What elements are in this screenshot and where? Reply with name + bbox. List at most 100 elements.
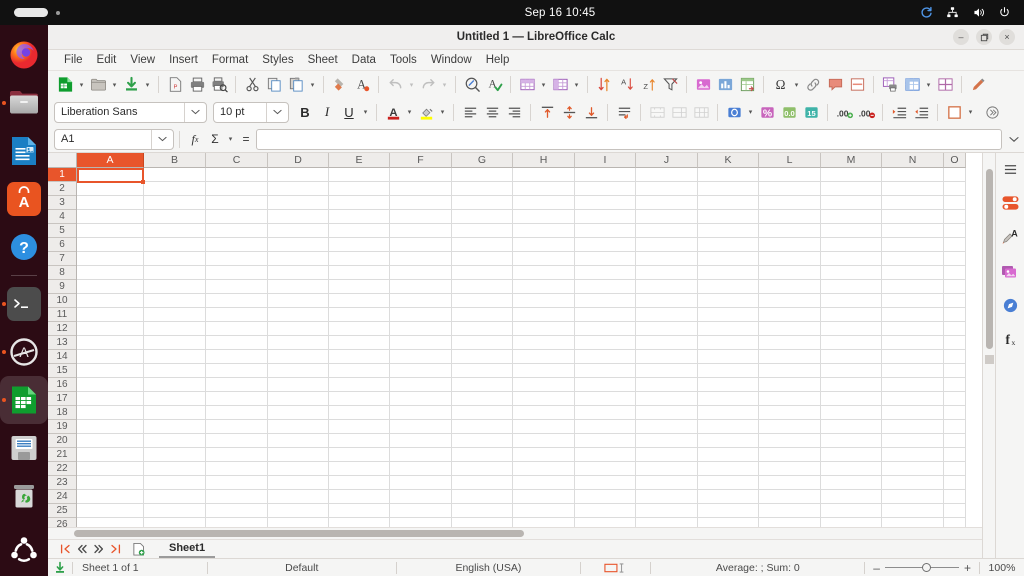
cell-C5[interactable]	[206, 224, 268, 238]
format-date-button[interactable]: 15	[800, 101, 822, 123]
cell-L22[interactable]	[759, 462, 821, 476]
row-header-2[interactable]: 2	[48, 182, 76, 196]
cell-N7[interactable]	[882, 252, 944, 266]
cell-G13[interactable]	[452, 336, 513, 350]
cell-F16[interactable]	[390, 378, 452, 392]
cell-K20[interactable]	[698, 434, 759, 448]
cell-I7[interactable]	[575, 252, 636, 266]
cell-A24[interactable]	[77, 490, 144, 504]
cell-B23[interactable]	[144, 476, 206, 490]
cell-E26[interactable]	[329, 518, 390, 527]
power-icon[interactable]	[998, 6, 1011, 19]
cell-K19[interactable]	[698, 420, 759, 434]
cell-E2[interactable]	[329, 182, 390, 196]
cell-K5[interactable]	[698, 224, 759, 238]
cell-E21[interactable]	[329, 448, 390, 462]
cell-A2[interactable]	[77, 182, 144, 196]
cell-H2[interactable]	[513, 182, 575, 196]
cell-F3[interactable]	[390, 196, 452, 210]
cell-A11[interactable]	[77, 308, 144, 322]
cell-J3[interactable]	[636, 196, 698, 210]
cell-B11[interactable]	[144, 308, 206, 322]
menu-view[interactable]: View	[123, 52, 162, 68]
dock-item-firefox[interactable]	[0, 31, 48, 79]
cell-K1[interactable]	[698, 168, 759, 182]
open-document-button[interactable]	[87, 74, 109, 96]
row-header-25[interactable]: 25	[48, 504, 76, 518]
cell-C26[interactable]	[206, 518, 268, 527]
cell-G4[interactable]	[452, 210, 513, 224]
cell-C21[interactable]	[206, 448, 268, 462]
save-document-dropdown[interactable]	[142, 74, 153, 96]
row-header-15[interactable]: 15	[48, 364, 76, 378]
cell-N5[interactable]	[882, 224, 944, 238]
cell-M18[interactable]	[821, 406, 882, 420]
column-header-O[interactable]: O	[944, 153, 966, 168]
cell-D23[interactable]	[268, 476, 329, 490]
cell-N8[interactable]	[882, 266, 944, 280]
cell-N2[interactable]	[882, 182, 944, 196]
cell-J25[interactable]	[636, 504, 698, 518]
cell-J6[interactable]	[636, 238, 698, 252]
cell-O10[interactable]	[944, 294, 966, 308]
cell-G12[interactable]	[452, 322, 513, 336]
font-color-dropdown[interactable]	[404, 101, 415, 123]
insert-sheet-button[interactable]	[130, 541, 147, 558]
headers-footers-button[interactable]	[846, 74, 868, 96]
cell-D4[interactable]	[268, 210, 329, 224]
cell-D14[interactable]	[268, 350, 329, 364]
cell-E20[interactable]	[329, 434, 390, 448]
unmerge-cells-button[interactable]	[690, 101, 712, 123]
last-sheet-button[interactable]	[107, 541, 124, 558]
dock-item-trash[interactable]	[0, 472, 48, 520]
column-header-H[interactable]: H	[513, 153, 575, 168]
dock-item-libreoffice-writer[interactable]	[0, 127, 48, 175]
undo-dropdown[interactable]	[406, 74, 417, 96]
cell-O16[interactable]	[944, 378, 966, 392]
new-document-button[interactable]	[54, 74, 76, 96]
cell-I20[interactable]	[575, 434, 636, 448]
horizontal-scroll-thumb[interactable]	[74, 530, 524, 537]
cell-B21[interactable]	[144, 448, 206, 462]
cell-G24[interactable]	[452, 490, 513, 504]
cell-B19[interactable]	[144, 420, 206, 434]
cell-L8[interactable]	[759, 266, 821, 280]
cell-B26[interactable]	[144, 518, 206, 527]
cell-H26[interactable]	[513, 518, 575, 527]
minimize-button[interactable]: –	[953, 29, 969, 45]
cell-J14[interactable]	[636, 350, 698, 364]
align-right-button[interactable]	[503, 101, 525, 123]
cell-K7[interactable]	[698, 252, 759, 266]
column-header-G[interactable]: G	[452, 153, 513, 168]
cell-C17[interactable]	[206, 392, 268, 406]
cell-F19[interactable]	[390, 420, 452, 434]
find-replace-button[interactable]	[461, 74, 483, 96]
cell-K2[interactable]	[698, 182, 759, 196]
cell-I25[interactable]	[575, 504, 636, 518]
cell-I11[interactable]	[575, 308, 636, 322]
sum-dropdown[interactable]	[225, 128, 236, 150]
cell-M7[interactable]	[821, 252, 882, 266]
volume-icon[interactable]	[972, 6, 985, 19]
cell-F1[interactable]	[390, 168, 452, 182]
cell-K11[interactable]	[698, 308, 759, 322]
cell-C23[interactable]	[206, 476, 268, 490]
cell-O22[interactable]	[944, 462, 966, 476]
cell-L10[interactable]	[759, 294, 821, 308]
cell-J23[interactable]	[636, 476, 698, 490]
autofilter-button[interactable]	[659, 74, 681, 96]
cell-C16[interactable]	[206, 378, 268, 392]
cell-M21[interactable]	[821, 448, 882, 462]
cell-H6[interactable]	[513, 238, 575, 252]
sidebar-settings-icon[interactable]	[998, 157, 1022, 181]
menu-sheet[interactable]: Sheet	[301, 52, 345, 68]
cell-E25[interactable]	[329, 504, 390, 518]
align-center-button[interactable]	[481, 101, 503, 123]
cell-N4[interactable]	[882, 210, 944, 224]
cell-G6[interactable]	[452, 238, 513, 252]
cell-F8[interactable]	[390, 266, 452, 280]
cell-B7[interactable]	[144, 252, 206, 266]
hyperlink-button[interactable]	[802, 74, 824, 96]
dock-item-text-editor[interactable]	[0, 424, 48, 472]
cell-D5[interactable]	[268, 224, 329, 238]
